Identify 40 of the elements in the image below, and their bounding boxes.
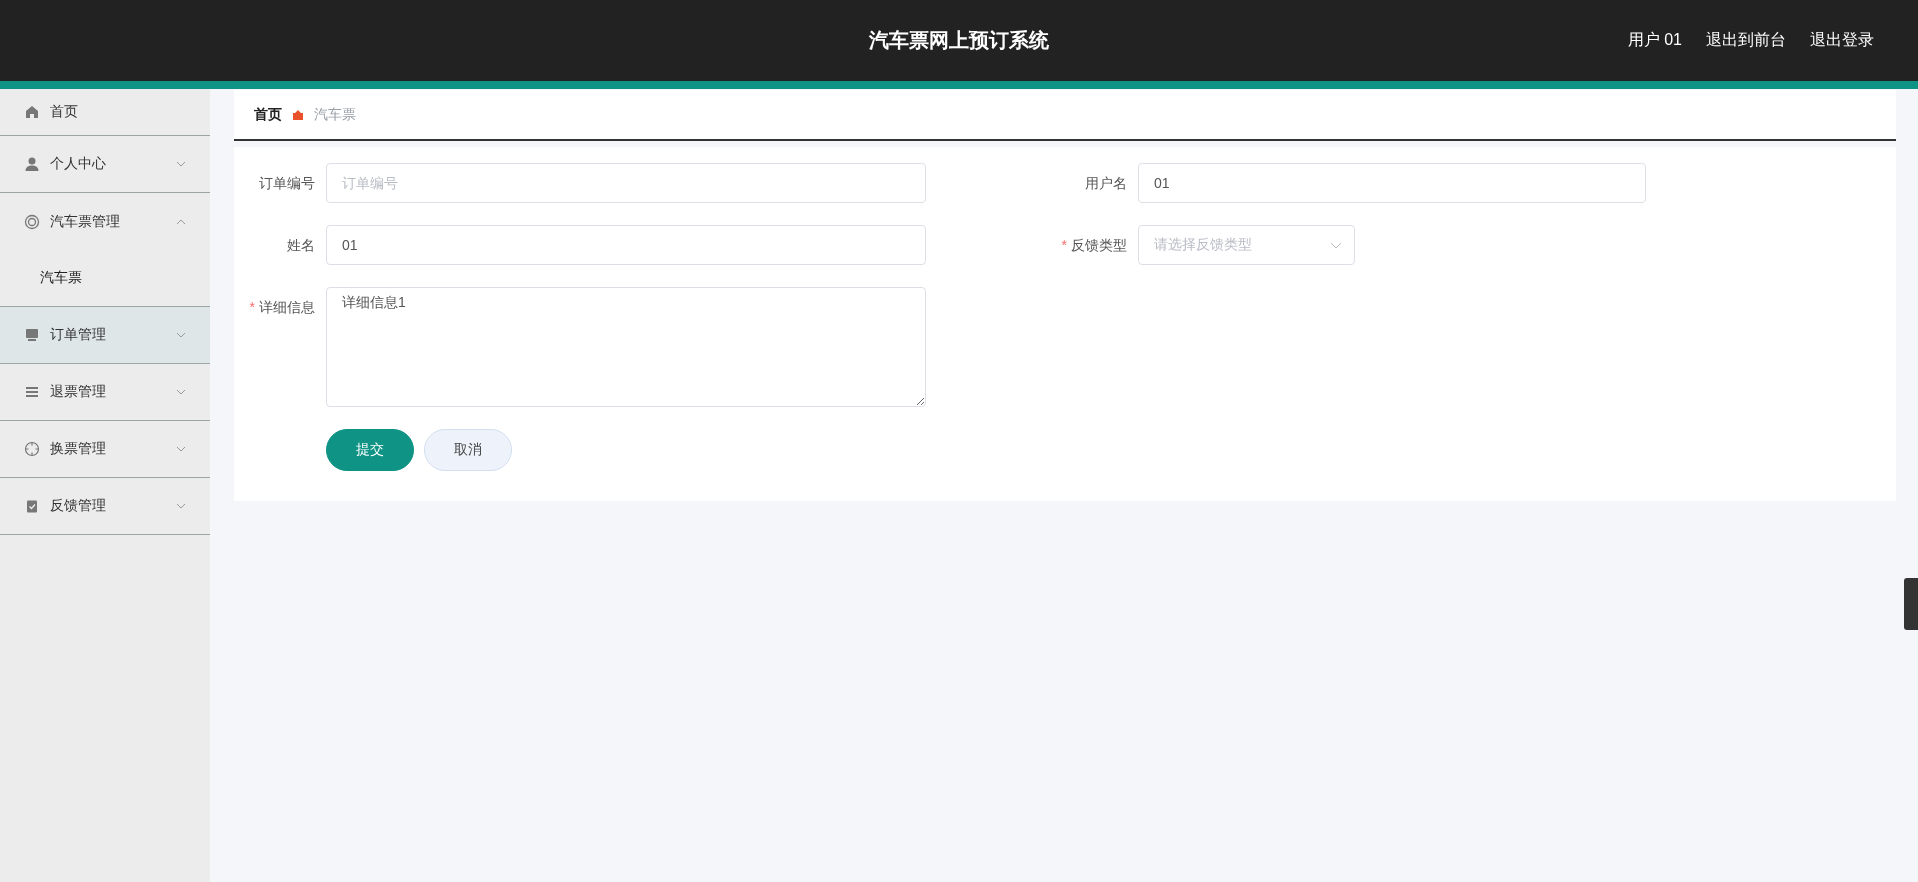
sidebar-item[interactable]: 汽车票管理 bbox=[0, 193, 210, 250]
breadcrumb-current: 汽车票 bbox=[314, 105, 356, 124]
clipboard-icon bbox=[24, 498, 40, 514]
user-icon bbox=[24, 156, 40, 172]
chevron-up-icon bbox=[176, 218, 186, 225]
field-label: * 详细信息 bbox=[248, 298, 316, 317]
chevron-down-icon bbox=[176, 161, 186, 167]
header-link[interactable]: 用户 01 bbox=[1627, 30, 1682, 51]
app-title: 汽车票网上预订系统 bbox=[869, 28, 1049, 53]
header-link[interactable]: 退出到前台 bbox=[1706, 30, 1786, 51]
sidebar-item[interactable]: 换票管理 bbox=[0, 421, 210, 478]
monitor-icon bbox=[24, 327, 40, 343]
textarea-field[interactable]: 详细信息1 bbox=[326, 287, 926, 407]
input-field[interactable]: 01 bbox=[1138, 163, 1646, 203]
list-icon bbox=[24, 384, 40, 400]
cancel-button[interactable]: 取消 bbox=[424, 429, 512, 471]
field-label: 用户名 bbox=[1084, 174, 1128, 193]
breadcrumb-link[interactable]: 首页 bbox=[254, 105, 282, 124]
sidebar-item[interactable]: 反馈管理 bbox=[0, 478, 210, 535]
breadcrumb-separator-icon bbox=[292, 109, 304, 120]
input-field[interactable]: 01 bbox=[326, 225, 926, 265]
floating-widget[interactable] bbox=[1904, 578, 1918, 630]
ring-icon bbox=[24, 213, 40, 230]
sidebar-item[interactable]: 退票管理 bbox=[0, 364, 210, 421]
sidebar-item[interactable]: 个人中心 bbox=[0, 136, 210, 193]
input-field[interactable]: 订单编号 bbox=[326, 163, 926, 203]
chevron-down-icon bbox=[176, 389, 186, 395]
field-label: 订单编号 bbox=[258, 174, 316, 193]
submit-button[interactable]: 提交 bbox=[326, 429, 414, 471]
sidebar-item[interactable]: 首页 bbox=[0, 89, 210, 136]
home-icon bbox=[24, 104, 40, 120]
chevron-down-icon bbox=[1330, 241, 1342, 249]
crosshair-icon bbox=[24, 441, 40, 457]
chevron-down-icon bbox=[176, 446, 186, 452]
chevron-down-icon bbox=[176, 332, 186, 338]
header-link[interactable]: 退出登录 bbox=[1810, 30, 1874, 51]
sidebar-item[interactable]: 订单管理 bbox=[0, 307, 210, 364]
field-label: 姓名 bbox=[286, 236, 316, 255]
chevron-down-icon bbox=[176, 503, 186, 509]
field-label: * 反馈类型 bbox=[1060, 236, 1128, 255]
